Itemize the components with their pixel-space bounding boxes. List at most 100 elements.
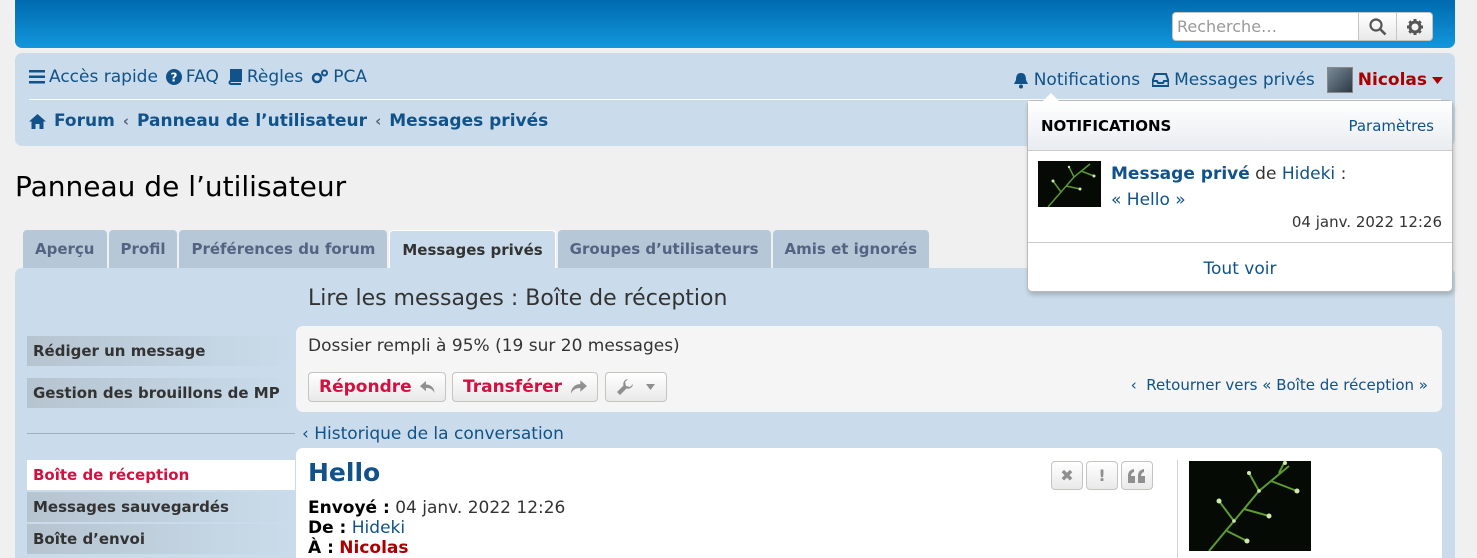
- sidebar-item-saved[interactable]: Messages sauvegardés: [27, 492, 295, 522]
- username: Nicolas: [1357, 70, 1427, 90]
- home-icon: [29, 113, 46, 129]
- breadcrumb-separator: ‹: [122, 112, 129, 130]
- notification-user: Hideki: [1281, 164, 1336, 184]
- to-user-link[interactable]: Nicolas: [339, 538, 408, 558]
- dropdown-pointer: [1042, 93, 1060, 102]
- sender-avatar: [1189, 461, 1311, 551]
- wrench-icon: [617, 379, 633, 395]
- notification-settings-link[interactable]: Paramètres: [1348, 117, 1434, 135]
- notification-time: 04 janv. 2022 12:26: [1291, 213, 1442, 231]
- sidebar: Rédiger un message Gestion des brouillon…: [27, 336, 295, 420]
- quick-access-label: Accès rapide: [49, 67, 158, 87]
- quick-access-link[interactable]: Accès rapide: [29, 67, 158, 87]
- notifications-label: Notifications: [1033, 70, 1141, 90]
- folder-status: Dossier rempli à 95% (19 sur 20 messages…: [308, 336, 680, 356]
- notifications-header: NOTIFICATIONS Paramètres: [1028, 101, 1452, 151]
- from-label: De :: [308, 518, 347, 538]
- forward-button[interactable]: Transférer: [452, 372, 598, 402]
- compose-message-button[interactable]: Rédiger un message: [27, 336, 295, 366]
- quote-button[interactable]: [1121, 461, 1153, 490]
- acp-link[interactable]: PCA: [311, 67, 367, 87]
- search-box: [1172, 12, 1433, 41]
- inbox-icon: [1152, 73, 1170, 87]
- to-label: À :: [308, 538, 334, 558]
- history-label: Historique de la conversation: [314, 424, 564, 444]
- faq-link[interactable]: ? FAQ: [165, 67, 219, 87]
- folder-list: Boîte de réception Messages sauvegardés …: [27, 460, 295, 556]
- sidebar-item-outbox[interactable]: Boîte d’envoi: [27, 524, 295, 554]
- notification-item[interactable]: Message privé de Hideki : « Hello » 04 j…: [1028, 151, 1452, 243]
- sidebar-item-inbox[interactable]: Boîte de réception: [27, 460, 295, 490]
- section-title: Lire les messages : Boîte de réception: [308, 286, 728, 311]
- tools-dropdown[interactable]: [605, 372, 667, 402]
- sidebar-divider: [27, 433, 295, 434]
- tab-preferences[interactable]: Préférences du forum: [179, 230, 388, 268]
- post-buttons: ✖ !: [1051, 461, 1153, 490]
- book-icon: [228, 69, 242, 85]
- breadcrumb-separator: ‹: [375, 112, 382, 130]
- tab-usergroups[interactable]: Groupes d’utilisateurs: [557, 230, 771, 268]
- tab-profile[interactable]: Profil: [108, 230, 178, 268]
- message-meta: Envoyé : 04 janv. 2022 12:26 De : Hideki…: [308, 498, 565, 558]
- notification-from: de: [1255, 164, 1277, 184]
- from-user-link[interactable]: Hideki: [352, 518, 405, 538]
- avatar: [1326, 67, 1353, 93]
- action-bar: Dossier rempli à 95% (19 sur 20 messages…: [296, 326, 1442, 412]
- caret-down-icon: [1432, 76, 1443, 84]
- return-label: Retourner vers « Boîte de réception »: [1146, 376, 1428, 394]
- tab-overview[interactable]: Aperçu: [23, 230, 107, 268]
- menu-icon: [29, 70, 45, 84]
- manage-drafts-button[interactable]: Gestion des brouillons de MP: [27, 378, 295, 408]
- faq-label: FAQ: [185, 67, 219, 87]
- acp-label: PCA: [333, 67, 367, 87]
- reply-icon: [419, 381, 435, 393]
- notification-avatar: [1038, 161, 1101, 207]
- breadcrumb-ucp[interactable]: Panneau de l’utilisateur: [137, 111, 367, 131]
- advanced-search-button[interactable]: [1397, 12, 1433, 41]
- breadcrumb-pm[interactable]: Messages privés: [389, 111, 548, 131]
- rules-link[interactable]: Règles: [227, 67, 303, 87]
- page-title: Panneau de l’utilisateur: [15, 170, 347, 203]
- bell-icon: [1013, 72, 1028, 88]
- close-icon: ✖: [1060, 466, 1074, 485]
- user-menu[interactable]: Nicolas: [1326, 67, 1443, 93]
- exclamation-icon: !: [1098, 466, 1106, 485]
- conversation-history-link[interactable]: ‹ Historique de la conversation: [302, 424, 564, 444]
- site-header: [15, 0, 1455, 48]
- breadcrumb-forum[interactable]: Forum: [54, 111, 115, 131]
- notifications-title: NOTIFICATIONS: [1041, 116, 1172, 135]
- svg-text:?: ?: [170, 71, 177, 85]
- sent-label: Envoyé :: [308, 498, 390, 518]
- reply-label: Répondre: [319, 377, 412, 397]
- search-button[interactable]: [1359, 12, 1397, 41]
- caret-down-icon: [646, 384, 655, 390]
- notification-text: Message privé de Hideki : « Hello »: [1111, 161, 1346, 213]
- message-post: Hello Envoyé : 04 janv. 2022 12:26 De : …: [296, 448, 1442, 558]
- forward-label: Transférer: [463, 377, 563, 397]
- private-messages-link[interactable]: Messages privés: [1152, 70, 1315, 90]
- return-to-inbox-link[interactable]: ‹ Retourner vers « Boîte de réception »: [1131, 376, 1428, 394]
- notifications-link[interactable]: Notifications: [1013, 70, 1140, 90]
- post-divider: [1177, 460, 1178, 558]
- see-all-notifications-link[interactable]: Tout voir: [1028, 243, 1452, 279]
- notification-subject: « Hello »: [1111, 190, 1186, 210]
- share-icon: [570, 380, 587, 394]
- notification-type: Message privé: [1111, 164, 1250, 184]
- notification-colon: :: [1340, 164, 1347, 184]
- tab-private-messages[interactable]: Messages privés: [389, 230, 556, 268]
- report-button[interactable]: !: [1086, 461, 1118, 490]
- question-circle-icon: ?: [165, 69, 182, 85]
- cogs-icon: [311, 69, 329, 84]
- tab-friends-foes[interactable]: Amis et ignorés: [772, 230, 930, 268]
- gear-icon: [1406, 18, 1423, 35]
- delete-button[interactable]: ✖: [1051, 461, 1083, 490]
- notifications-dropdown: NOTIFICATIONS Paramètres Message privé d…: [1027, 93, 1453, 292]
- search-input[interactable]: [1172, 12, 1359, 41]
- message-title[interactable]: Hello: [308, 458, 380, 487]
- sent-value: 04 janv. 2022 12:26: [395, 498, 566, 518]
- rules-label: Règles: [246, 67, 304, 87]
- search-icon: [1368, 17, 1386, 35]
- private-messages-label: Messages privés: [1174, 70, 1315, 90]
- quote-icon: [1128, 468, 1145, 483]
- reply-button[interactable]: Répondre: [308, 372, 446, 402]
